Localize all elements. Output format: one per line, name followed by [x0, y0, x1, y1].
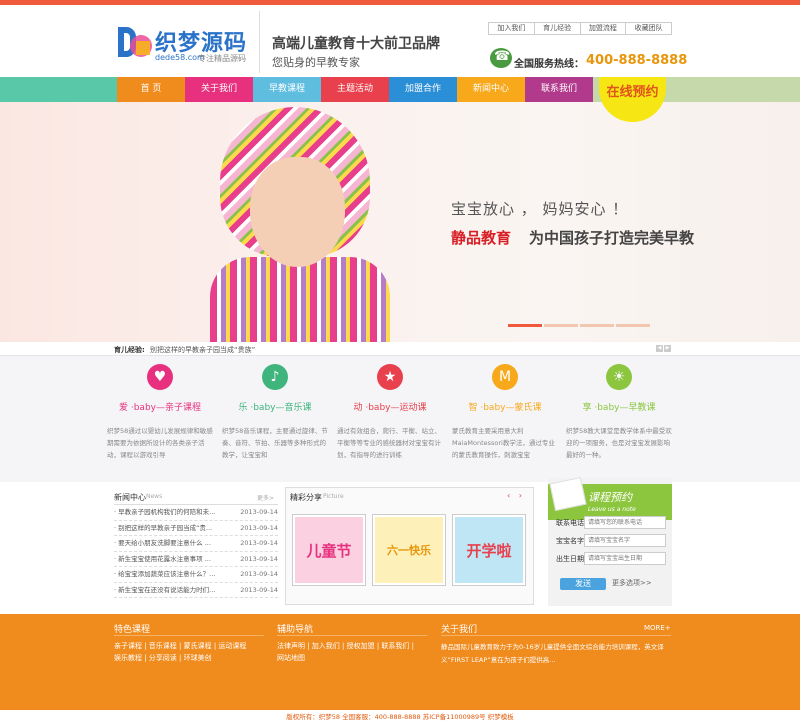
- phone-field-row: 联系电话: [556, 516, 668, 529]
- baby-name-field[interactable]: [584, 534, 666, 547]
- booking-title-en: Leave us a note: [588, 506, 636, 513]
- slider-dot[interactable]: [508, 324, 542, 327]
- site-header: 织梦源码 dede58.com 专注精品源码 高端儿童教育十大前卫品牌 您贴身的…: [0, 5, 800, 77]
- send-button[interactable]: 发送: [560, 578, 606, 590]
- birth-date-row: 出生日期: [556, 552, 668, 565]
- logo-icon[interactable]: [118, 27, 154, 61]
- gallery-thumb[interactable]: 六一快乐: [372, 514, 446, 586]
- music-note-icon: ♪: [262, 364, 288, 390]
- news-item[interactable]: · 新生宝宝在还没有说话能力时们... 2013-09-14: [114, 583, 278, 598]
- slider-dot[interactable]: [544, 324, 578, 327]
- footer-nav-title: 辅助导航: [277, 625, 314, 635]
- gallery-title-en: Picture: [323, 493, 344, 500]
- montessori-icon: M: [492, 364, 518, 390]
- nav-franchise[interactable]: 加盟合作: [389, 77, 457, 102]
- notepad-icon: [549, 476, 587, 512]
- course-card[interactable]: M 智 ·baby—蒙氏课 蒙氏教育主要采用意大利MaiaMontessori教…: [450, 364, 560, 461]
- hero-banner: 宝宝放心 ， 妈妈安心 ！ 静品教育 为中国孩子打造完美早教: [0, 102, 800, 342]
- footer: 特色课程 亲子课程 | 音乐课程 | 蒙氏课程 | 运动课程 娱乐教程 | 分享…: [0, 614, 800, 710]
- gallery-panel: 精彩分享 Picture ‹ › 儿童节 六一快乐 开学啦: [285, 487, 534, 605]
- nav-news[interactable]: 新闻中心: [457, 77, 525, 102]
- hotline-number: 400-888-8888: [586, 53, 688, 68]
- course-desc: 织梦58音乐课程，主要通过旋律、节奏、音符、节拍、乐器等多种形式的教学，让宝宝和: [222, 427, 328, 459]
- baby-photo: [210, 107, 390, 342]
- sun-icon: ☀: [606, 364, 632, 390]
- nav-home[interactable]: 首 页: [117, 77, 185, 102]
- course-title[interactable]: 乐 ·baby—音乐课: [220, 400, 330, 413]
- footer-course-links[interactable]: 娱乐教程 | 分享阅读 | 环球美创: [114, 652, 212, 664]
- footer-nav-links[interactable]: 法律声明 | 加入我们 | 授权加盟 | 联系我们 |: [277, 640, 414, 652]
- more-options-link[interactable]: 更多选项>>: [612, 578, 652, 588]
- top-link-parenting[interactable]: 育儿经验: [535, 23, 581, 34]
- banner-line1: 宝宝放心 ， 妈妈安心 ！: [451, 200, 629, 218]
- birth-date-field[interactable]: [584, 552, 666, 565]
- course-desc: 通过有效组合，爬行、平衡、站立、平衡等等专业的感统器材对宝宝有计划，有指导的进行…: [337, 427, 441, 459]
- copyright: 版权所有：织梦58 全国客服：400-888-8888 苏ICP备1100098…: [286, 713, 514, 721]
- news-panel: 新闻中心 News 更多> · 早教亲子园机构我们的何陪和未... 2013-09…: [114, 487, 278, 598]
- footer-more-link[interactable]: MORE+: [644, 624, 671, 632]
- course-card[interactable]: ★ 动 ·baby—运动课 通过有效组合，爬行、平衡、站立、平衡等等专业的感统器…: [335, 364, 445, 461]
- footer-courses-title: 特色课程: [114, 625, 151, 635]
- slider-dots: [508, 324, 650, 327]
- ticker-label: 育儿经验:: [114, 346, 145, 354]
- news-item[interactable]: · 要天给小朋友洗脚要注意什么 ... 2013-09-14: [114, 536, 278, 552]
- slider-dot[interactable]: [580, 324, 614, 327]
- gallery-thumb[interactable]: 儿童节: [292, 514, 366, 586]
- course-card[interactable]: ♪ 乐 ·baby—音乐课 织梦58音乐课程，主要通过旋律、节奏、音符、节拍、乐…: [220, 364, 330, 461]
- gallery-thumb[interactable]: 开学啦: [452, 514, 526, 586]
- parent-child-icon: ♥: [147, 364, 173, 390]
- nav-contact[interactable]: 联系我们: [525, 77, 593, 102]
- slogan-sub: 您贴身的早教专家: [272, 56, 360, 69]
- gallery-title: 精彩分享: [290, 493, 322, 502]
- top-link-join[interactable]: 加入我们: [489, 23, 535, 34]
- course-title[interactable]: 爱 ·baby—亲子课程: [105, 400, 215, 413]
- gallery-arrows[interactable]: ‹ ›: [507, 491, 525, 500]
- ticker-link[interactable]: 别把这样的早教亲子园当成“贵族”: [150, 345, 255, 355]
- next-arrow-icon[interactable]: ▶: [664, 345, 671, 352]
- main-nav: 首 页 关于我们 早教课程 主题活动 加盟合作 新闻中心 联系我们: [0, 77, 800, 102]
- news-title: 新闻中心: [114, 493, 146, 502]
- footer-about-title: 关于我们: [441, 625, 478, 635]
- ticker-arrows: ◀ ▶: [656, 345, 671, 352]
- booking-title: 课程预约: [588, 491, 632, 504]
- footer-nav-links[interactable]: 网站地图: [277, 652, 305, 664]
- top-link-franchise[interactable]: 加盟流程: [581, 23, 627, 34]
- course-title[interactable]: 享 ·baby—早教课: [564, 400, 674, 413]
- course-card[interactable]: ♥ 爱 ·baby—亲子课程 织梦58通过以婴幼儿发展规律和敏感期需要为依据所设…: [105, 364, 215, 461]
- phone-icon: [490, 48, 512, 68]
- hotline-label: 全国服务热线：: [514, 59, 584, 70]
- nav-about[interactable]: 关于我们: [185, 77, 253, 102]
- nav-activities[interactable]: 主题活动: [321, 77, 389, 102]
- top-links: 加入我们 育儿经验 加盟流程 收藏团队: [488, 22, 672, 35]
- top-link-favorite[interactable]: 收藏团队: [626, 23, 671, 34]
- logo-tagline: 专注精品源码: [198, 54, 246, 63]
- course-section: ♥ 爱 ·baby—亲子课程 织梦58通过以婴幼儿发展规律和敏感期需要为依据所设…: [0, 356, 800, 482]
- prev-arrow-icon[interactable]: ◀: [656, 345, 663, 352]
- footer-course-links[interactable]: 亲子课程 | 音乐课程 | 蒙氏课程 | 运动课程: [114, 640, 246, 652]
- phone-field[interactable]: [584, 516, 666, 529]
- news-ticker: 育儿经验: 别把这样的早教亲子园当成“贵族” ◀ ▶: [0, 342, 800, 356]
- news-item[interactable]: · 给宝宝添加蔬菜应该注意什么？... 2013-09-14: [114, 567, 278, 583]
- slider-dot[interactable]: [616, 324, 650, 327]
- nav-courses[interactable]: 早教课程: [253, 77, 321, 102]
- course-desc: 织梦58教大课堂是教学体系中最受欢迎的一项服务，也是对宝宝发展影响最好的一种。: [566, 427, 672, 459]
- baby-name-row: 宝宝名字: [556, 534, 668, 547]
- course-title[interactable]: 智 ·baby—蒙氏课: [450, 400, 560, 413]
- header-divider: [259, 11, 260, 73]
- news-item[interactable]: · 新生宝宝使用花露水注意事项 ... 2013-09-14: [114, 552, 278, 567]
- course-desc: 蒙氏教育主要采用意大利MaiaMontessori教学法，通过专业的蒙氏教育操作…: [452, 427, 555, 459]
- news-item[interactable]: · 别把这样的早教亲子园当成“贵... 2013-09-14: [114, 521, 278, 536]
- course-desc: 织梦58通过以婴幼儿发展规律和敏感期需要为依据所设计的各类亲子活动，课程以游戏引…: [107, 427, 213, 459]
- news-title-en: News: [146, 493, 163, 500]
- banner-line2: 为中国孩子打造完美早教: [529, 229, 695, 247]
- slogan-main: 高端儿童教育十大前卫品牌: [272, 36, 440, 52]
- course-card[interactable]: ☀ 享 ·baby—早教课 织梦58教大课堂是教学体系中最受欢迎的一项服务，也是…: [564, 364, 674, 461]
- course-title[interactable]: 动 ·baby—运动课: [335, 400, 445, 413]
- footer-about-text: 静品国际儿童教育致力于为0-16岁儿童提供全面文综合能力培训课程，英文译义“FI…: [441, 643, 664, 664]
- sport-icon: ★: [377, 364, 403, 390]
- news-item[interactable]: · 早教亲子园机构我们的何陪和未... 2013-09-14: [114, 505, 278, 521]
- news-more-link[interactable]: 更多>: [257, 493, 274, 502]
- banner-brand: 静品教育: [451, 229, 512, 247]
